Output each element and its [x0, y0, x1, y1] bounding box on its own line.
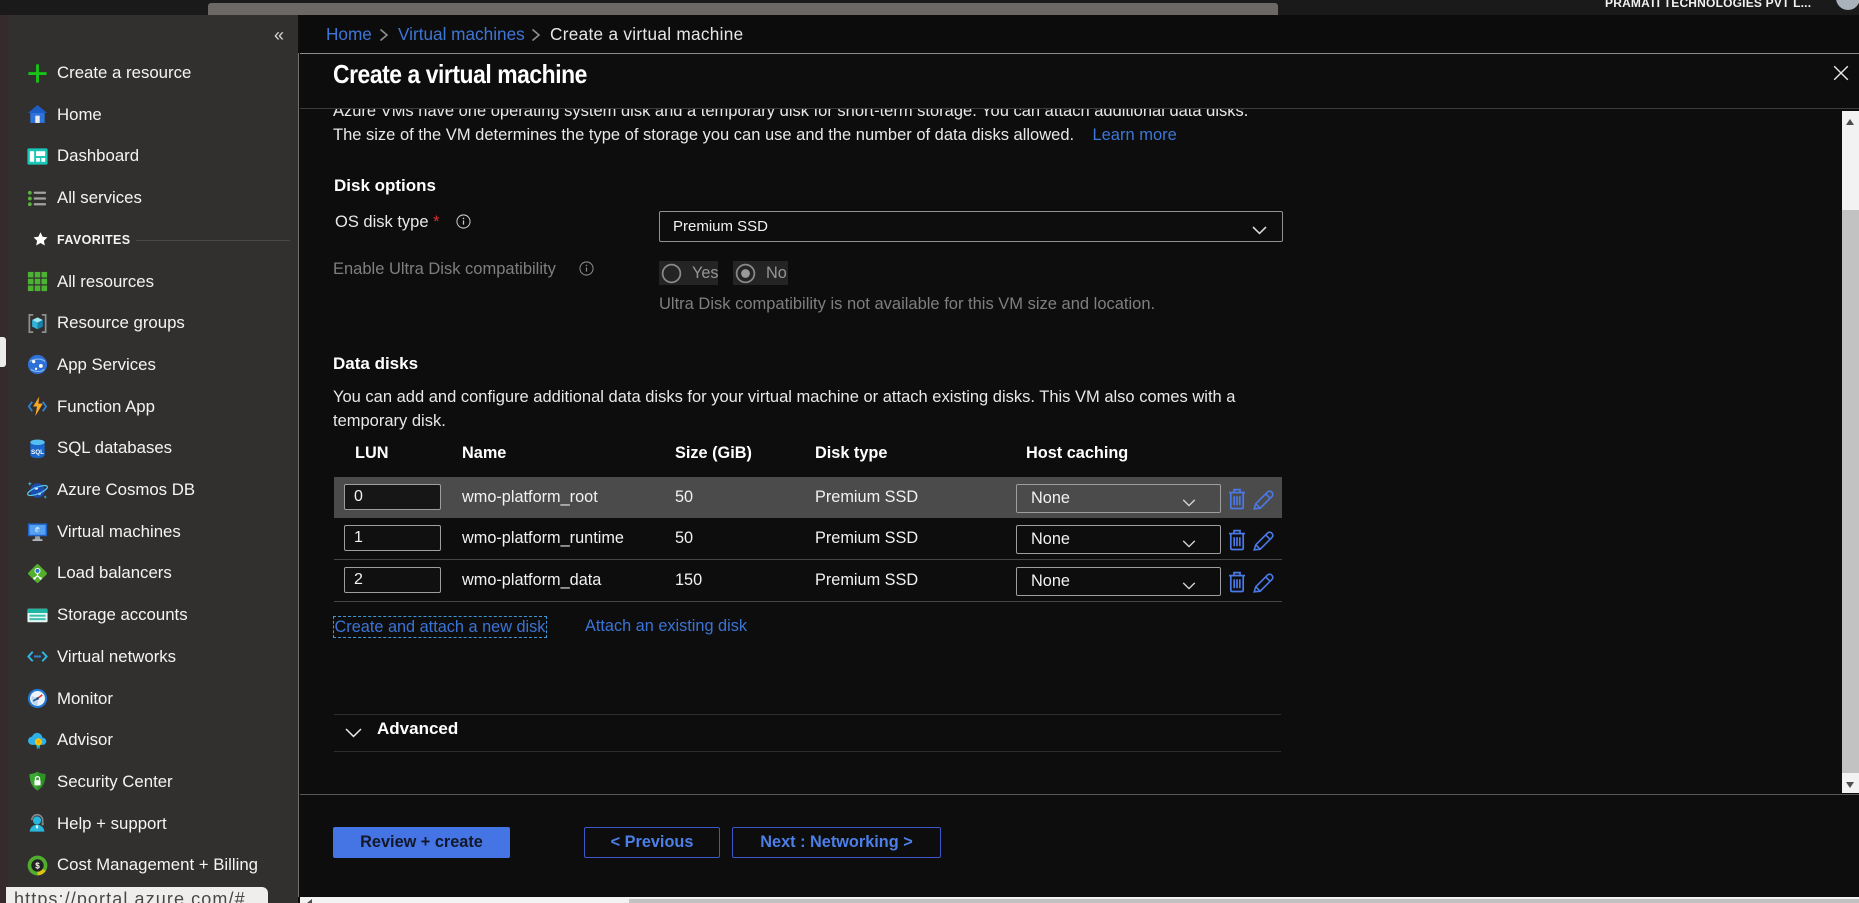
svg-text:SQL: SQL	[31, 449, 44, 456]
svg-text:$: $	[35, 861, 40, 870]
